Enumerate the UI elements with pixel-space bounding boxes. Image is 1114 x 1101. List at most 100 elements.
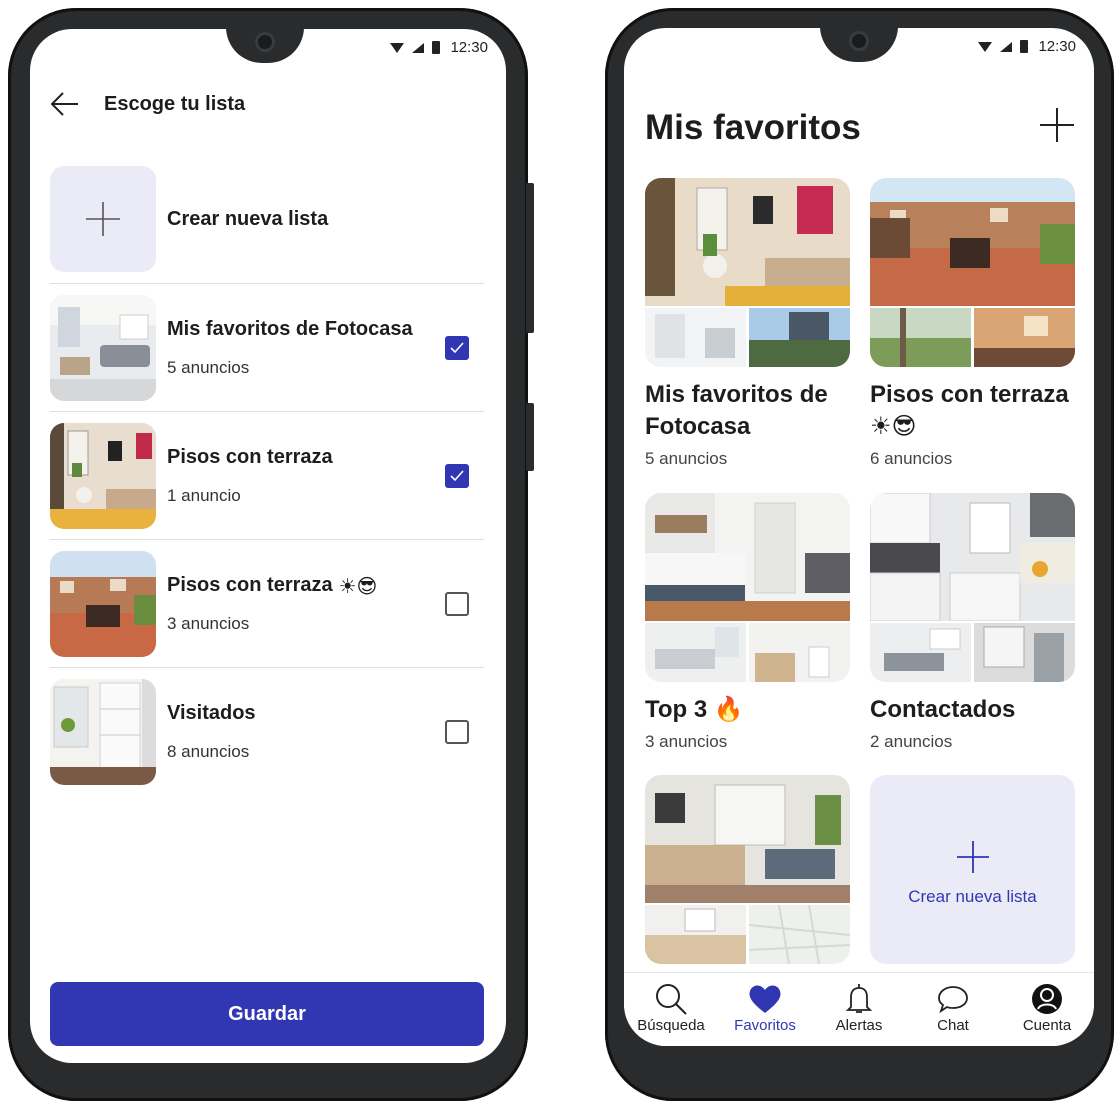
card-photo (749, 308, 850, 367)
card-count: 2 anuncios (870, 732, 953, 751)
favorite-list-card[interactable]: Top 3 🔥 3 anuncios (645, 493, 850, 752)
map-thumbnail (749, 905, 850, 964)
page-title: Escoge tu lista (104, 92, 246, 115)
back-arrow-icon[interactable] (50, 91, 80, 117)
save-button[interactable]: Guardar (50, 982, 484, 1046)
card-photo (870, 623, 971, 682)
account-icon (1032, 984, 1062, 1014)
tab-label: Búsqueda (637, 1017, 705, 1034)
card-photo (645, 308, 746, 367)
card-photo (645, 493, 850, 621)
create-list-label: Crear nueva lista (908, 886, 1037, 906)
phone-frame-left: 12:30 Escoge tu lista Crear nueva lista (8, 8, 534, 1101)
list-count: 1 anuncio (167, 486, 241, 505)
status-time: 12:30 (450, 39, 488, 56)
signal-icon (412, 42, 425, 53)
card-photo (974, 308, 1075, 367)
page-title: Mis favoritos (645, 108, 861, 147)
card-count: 6 anuncios (870, 449, 953, 468)
favorite-list-card[interactable]: Mis favoritos de Fotocasa 5 anuncios (645, 178, 850, 469)
list-item[interactable]: Pisos con terraza 1 anuncio (50, 411, 484, 539)
sun-sunglasses-emoji: ☀😎 (338, 576, 378, 598)
plus-icon (956, 840, 989, 873)
list-item[interactable]: Visitados 8 anuncios (50, 667, 484, 795)
add-list-icon[interactable] (1040, 108, 1074, 142)
camera-notch (226, 29, 304, 63)
list-count: 3 anuncios (167, 614, 250, 633)
tab-chat[interactable]: Chat (906, 973, 1000, 1046)
phone-side-button (526, 403, 534, 471)
wifi-icon (390, 42, 405, 53)
tab-search[interactable]: Búsqueda (624, 973, 718, 1046)
card-photo (974, 623, 1075, 682)
wifi-icon (978, 41, 993, 52)
phone-side-button (526, 183, 534, 333)
create-list-label: Crear nueva lista (167, 207, 329, 230)
tab-alerts[interactable]: Alertas (812, 973, 906, 1046)
create-list-row[interactable]: Crear nueva lista (50, 166, 484, 272)
list-checkbox[interactable] (445, 336, 469, 360)
tab-account[interactable]: Cuenta (1000, 973, 1094, 1046)
card-name: Pisos con terraza ☀😎 (870, 381, 1069, 440)
card-photo (870, 308, 971, 367)
card-photo (645, 178, 850, 306)
card-photo (645, 775, 850, 903)
tab-label: Alertas (835, 1017, 883, 1034)
list-checkbox[interactable] (445, 720, 469, 744)
heart-icon (749, 985, 781, 1013)
tab-label: Favoritos (734, 1017, 796, 1034)
card-collage (645, 775, 850, 964)
card-photo (645, 623, 746, 682)
check-icon (450, 342, 464, 354)
card-collage (645, 493, 850, 682)
bell-icon (845, 984, 873, 1013)
list-checkbox[interactable] (445, 592, 469, 616)
chat-icon (938, 986, 968, 1014)
create-list-card[interactable]: Crear nueva lista (870, 775, 1075, 964)
tab-label: Cuenta (1022, 1017, 1072, 1034)
plus-icon (86, 202, 120, 236)
list-item[interactable]: Mis favoritos de Fotocasa 5 anuncios (50, 283, 484, 411)
card-count: 3 anuncios (645, 732, 728, 751)
lists-list: Mis favoritos de Fotocasa 5 anuncios Pis… (50, 283, 484, 795)
list-item[interactable]: Pisos con terraza ☀😎 3 anuncios (50, 539, 484, 667)
list-name: Mis favoritos de Fotocasa (167, 318, 413, 340)
list-count: 5 anuncios (167, 358, 250, 377)
card-name: Mis favoritos de Fotocasa (645, 381, 828, 440)
battery-icon (432, 41, 441, 54)
card-photo (749, 623, 850, 682)
card-collage (645, 178, 850, 367)
favorite-list-card[interactable] (645, 775, 850, 964)
search-icon (656, 984, 687, 1015)
status-bar: 12:30 (390, 39, 488, 56)
favorite-list-card[interactable]: Pisos con terraza ☀😎 6 anuncios (870, 178, 1075, 469)
favorites-screen: 12:30 Mis favoritos Mis favoritos de Fot… (624, 28, 1094, 1046)
card-count: 5 anuncios (645, 449, 728, 468)
list-thumbnail (50, 423, 156, 529)
signal-icon (1000, 41, 1013, 52)
battery-icon (1020, 40, 1029, 53)
list-name: Pisos con terraza ☀😎 (167, 574, 378, 598)
favorite-list-card[interactable]: Contactados 2 anuncios (870, 493, 1075, 752)
card-photo (870, 178, 1075, 306)
phone-frame-right: 12:30 Mis favoritos Mis favoritos de Fot… (605, 8, 1114, 1101)
check-icon (450, 470, 464, 482)
card-name: Contactados (870, 696, 1016, 723)
plus-tile (50, 166, 156, 272)
status-bar: 12:30 (978, 38, 1076, 55)
list-count: 8 anuncios (167, 742, 250, 761)
card-photo (645, 905, 746, 964)
bottom-nav: Búsqueda Favoritos Alertas Chat Cuenta (624, 972, 1094, 1046)
list-thumbnail (50, 295, 156, 401)
tab-label: Chat (937, 1017, 969, 1034)
card-collage (870, 493, 1075, 682)
card-collage (870, 178, 1075, 367)
status-time: 12:30 (1038, 38, 1076, 55)
tab-favorites[interactable]: Favoritos (718, 973, 812, 1046)
list-name: Pisos con terraza (167, 446, 333, 468)
list-checkbox[interactable] (445, 464, 469, 488)
camera-notch (820, 28, 898, 62)
card-photo (870, 493, 1075, 621)
list-thumbnail (50, 679, 156, 785)
list-name: Visitados (167, 702, 256, 724)
